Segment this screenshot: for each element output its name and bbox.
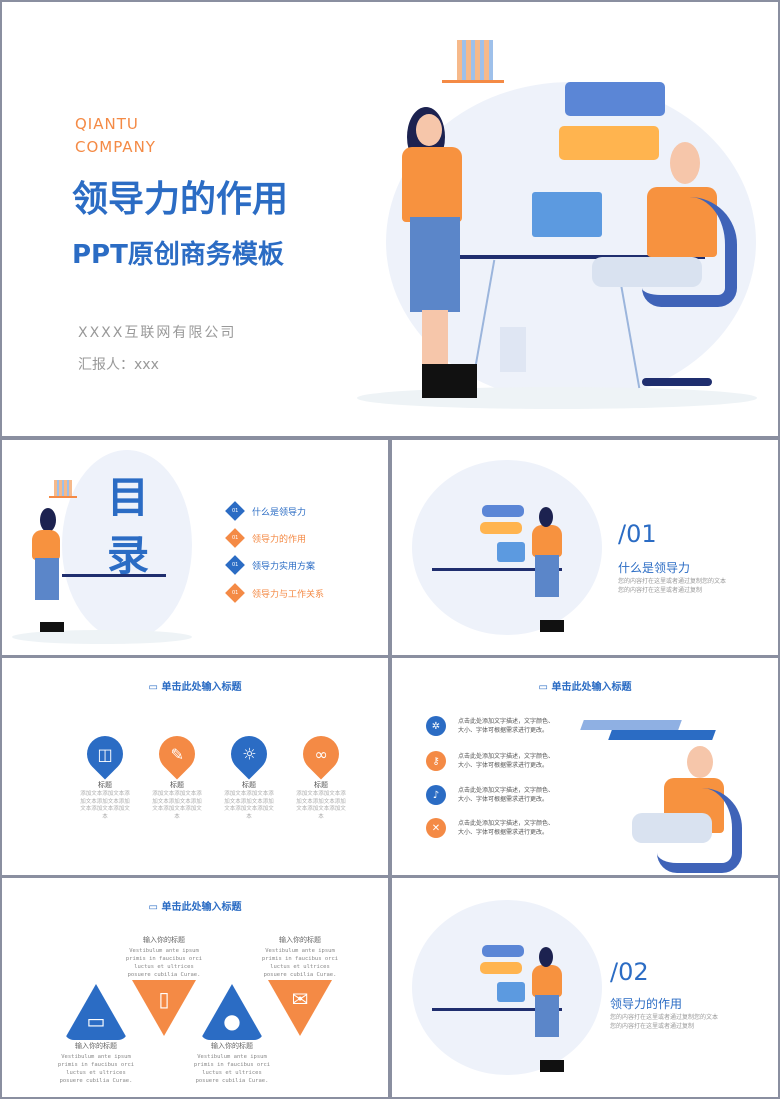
company-en-1: QIANTU bbox=[75, 115, 139, 133]
key-icon: ⚷ bbox=[426, 751, 446, 771]
section-desc-2: 您的内容打在这里或者通过复制 bbox=[610, 1023, 695, 1030]
toc-item[interactable]: 01 领导力与工作关系 bbox=[225, 583, 324, 603]
slide-toc[interactable]: 目 录 01 什么是领导力 01 领导力的作用 01 领导力实用方案 01 领导力与工作… bbox=[2, 440, 388, 655]
link-icon: ∞ bbox=[295, 728, 347, 780]
section-desc-1: 您的内容打在这里或者通过复制您的文本 bbox=[618, 578, 727, 585]
list-item[interactable]: ✕ 点击此处添加文字描述，文字颜色、 大小、字体可根据需求进行更改。 bbox=[426, 818, 554, 838]
section-number: /02 bbox=[610, 958, 649, 986]
diamond-icon: 01 bbox=[225, 501, 245, 521]
gear-icon: ✲ bbox=[426, 716, 446, 736]
chat-icon: ▭ bbox=[148, 682, 162, 693]
brush-icon: ✎ bbox=[151, 728, 203, 780]
list-item[interactable]: ✲ 点击此处添加文字描述，文字颜色、 大小、字体可根据需求进行更改。 bbox=[426, 716, 554, 736]
section-title: 领导力的作用 bbox=[610, 997, 683, 1011]
section-title: 什么是领导力 bbox=[618, 561, 691, 575]
tri-caption: 输入你的标题 Vestibulum ante ipsum primis in f… bbox=[57, 1042, 135, 1084]
list-item[interactable]: ♪ 点击此处添加文字描述，文字颜色、 大小、字体可根据需求进行更改。 bbox=[426, 785, 554, 805]
section-desc-1: 您的内容打在这里或者通过复制您的文本 bbox=[610, 1014, 719, 1021]
company-en-2: COMPANY bbox=[75, 138, 156, 156]
slide-section-02[interactable]: /02 领导力的作用 您的内容打在这里或者通过复制您的文本 您的内容打在这里或者… bbox=[392, 878, 778, 1097]
slide-section-01[interactable]: /01 什么是领导力 您的内容打在这里或者通过复制您的文本 您的内容打在这里或者… bbox=[392, 440, 778, 655]
toc-item[interactable]: 01 领导力的作用 bbox=[225, 528, 306, 548]
phone-book-icon: ◫ bbox=[79, 728, 131, 780]
phone-icon[interactable]: ▯ bbox=[132, 980, 196, 1036]
cover-title: 领导力的作用 bbox=[72, 179, 289, 220]
toc-item[interactable]: 01 领导力实用方案 bbox=[225, 555, 315, 575]
wechat-icon[interactable]: ● bbox=[200, 984, 264, 1040]
section-number: /01 bbox=[618, 520, 657, 548]
diamond-icon: 01 bbox=[225, 555, 245, 575]
tri-caption: 输入你的标题 Vestibulum ante ipsum primis in f… bbox=[193, 1042, 271, 1084]
feature-item[interactable]: ☼ 标题 添加文本添加文本添加文本添加文本添加文本添加文本添加文本 bbox=[214, 728, 284, 821]
feature-item[interactable]: ◫ 标题 添加文本添加文本添加文本添加文本添加文本添加文本添加文本 bbox=[70, 728, 140, 821]
section-desc-2: 您的内容打在这里或者通过复制 bbox=[618, 587, 703, 594]
slide-list[interactable]: ▭ 单击此处输入标题 ✲ 点击此处添加文字描述，文字颜色、 大小、字体可根据需求进… bbox=[392, 658, 778, 875]
tri-caption: 输入你的标题 Vestibulum ante ipsum primis in f… bbox=[261, 936, 339, 978]
diamond-icon: 01 bbox=[225, 583, 245, 603]
slide-cover[interactable]: QIANTU COMPANY 领导力的作用 PPT原创商务模板 XXXX互联网有… bbox=[2, 2, 778, 436]
feature-item[interactable]: ✎ 标题 添加文本添加文本添加文本添加文本添加文本添加文本添加文本 bbox=[142, 728, 212, 821]
chat-icon: ▭ bbox=[538, 682, 552, 693]
close-icon: ✕ bbox=[426, 818, 446, 838]
sun-icon: ☼ bbox=[223, 728, 275, 780]
slide-icons[interactable]: ▭ 单击此处输入标题 ◫ 标题 添加文本添加文本添加文本添加文本添加文本添加文本… bbox=[2, 658, 388, 875]
list-item[interactable]: ⚷ 点击此处添加文字描述，文字颜色、 大小、字体可根据需求进行更改。 bbox=[426, 751, 554, 771]
chat-icon: ▭ bbox=[148, 902, 162, 913]
tri-caption: 输入你的标题 Vestibulum ante ipsum primis in f… bbox=[125, 936, 203, 978]
reporter: 汇报人：xxx bbox=[78, 357, 159, 373]
toc-title-1: 目 bbox=[107, 473, 150, 522]
bell-icon: ♪ bbox=[426, 785, 446, 805]
toc-item[interactable]: 01 什么是领导力 bbox=[225, 501, 306, 521]
slide-triangles[interactable]: ▭ 单击此处输入标题 ▭ 输入你的标题 Vestibulum ante ipsu… bbox=[2, 878, 388, 1097]
feature-item[interactable]: ∞ 标题 添加文本添加文本添加文本添加文本添加文本添加文本添加文本 bbox=[286, 728, 356, 821]
mail-icon[interactable]: ✉ bbox=[268, 980, 332, 1036]
company-name: XXXX互联网有限公司 bbox=[78, 325, 237, 341]
diamond-icon: 01 bbox=[225, 528, 245, 548]
slide-header: ▭ 单击此处输入标题 bbox=[148, 682, 242, 693]
slide-header: ▭ 单击此处输入标题 bbox=[148, 902, 242, 913]
slide-header: ▭ 单击此处输入标题 bbox=[538, 682, 632, 693]
cover-subtitle: PPT原创商务模板 bbox=[72, 240, 284, 270]
monitor-icon[interactable]: ▭ bbox=[64, 984, 128, 1040]
